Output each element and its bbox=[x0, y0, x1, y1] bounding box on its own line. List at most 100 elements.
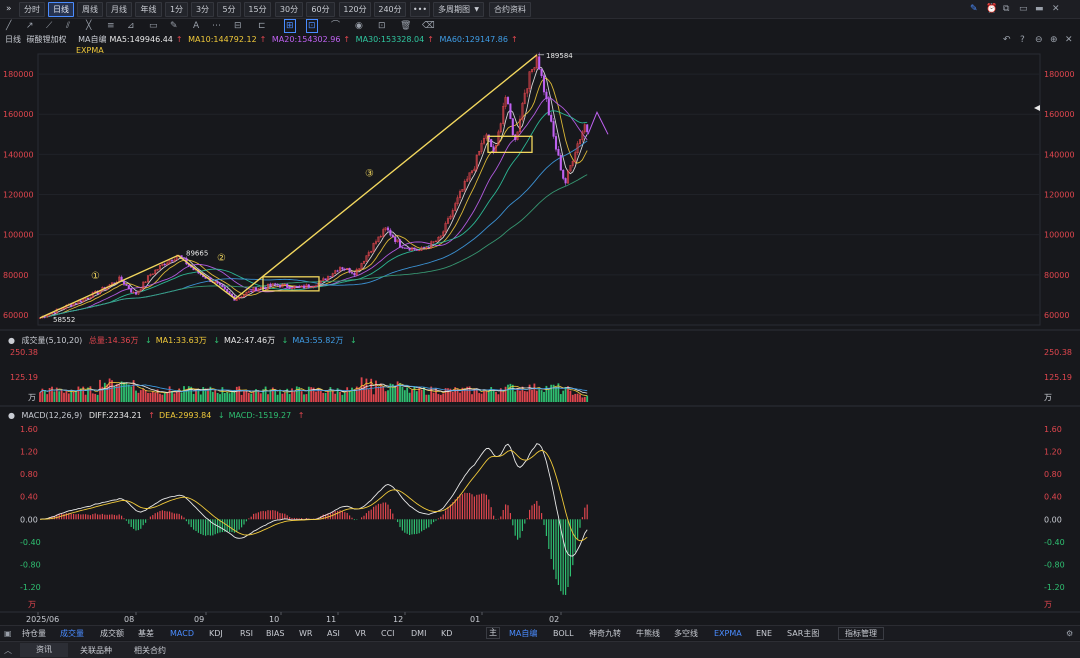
volume-bar bbox=[303, 394, 305, 402]
volume-bar bbox=[310, 387, 313, 402]
sub-indicator-tab-9[interactable]: ASI bbox=[327, 628, 340, 639]
annotations: ① ② ③ 189584 89665 58552 bbox=[39, 52, 573, 324]
volume-bar bbox=[228, 393, 231, 402]
candle-body bbox=[559, 154, 562, 171]
volume-bar bbox=[401, 386, 404, 402]
volume-bar bbox=[288, 393, 291, 402]
tab-related-varieties[interactable]: 关联品种 bbox=[80, 645, 112, 656]
candle-body bbox=[545, 91, 548, 100]
main-indicator-tab-5[interactable]: EXPMA bbox=[714, 628, 742, 639]
volume-bar bbox=[569, 390, 572, 402]
volume-bar bbox=[226, 391, 229, 402]
tabbar-icon[interactable]: ▣ bbox=[4, 628, 12, 639]
main-indicator-tab-0[interactable]: MA自编 bbox=[509, 628, 537, 639]
indicator-manage-button[interactable]: 指标管理 bbox=[838, 627, 884, 640]
macd-tick-label: 1.60 bbox=[1044, 425, 1062, 434]
macd-diff-line bbox=[39, 443, 588, 557]
candle-body bbox=[514, 134, 517, 140]
macd-tick-label: 0.80 bbox=[20, 470, 38, 479]
volume-bar bbox=[331, 389, 334, 402]
volume-bar bbox=[77, 386, 80, 402]
volume-bar bbox=[67, 393, 70, 402]
x-axis-label: 11 bbox=[326, 615, 336, 624]
sub-indicator-tab-10[interactable]: VR bbox=[355, 628, 366, 639]
price-tick-label: 140000 bbox=[1044, 150, 1075, 159]
volume-bar bbox=[485, 390, 488, 402]
chart-canvas[interactable]: 180000 180000 160000 160000 140000 140000 1200… bbox=[0, 0, 1080, 625]
main-indicator-tab-2[interactable]: 神奇九转 bbox=[589, 628, 621, 639]
volume-bar bbox=[339, 391, 341, 402]
sub-indicator-tab-4[interactable]: MACD bbox=[170, 628, 194, 639]
price-tick-label: 140000 bbox=[3, 150, 34, 159]
volume-bar bbox=[415, 391, 418, 402]
sub-indicator-tab-11[interactable]: CCI bbox=[381, 628, 395, 639]
sub-indicator-tab-12[interactable]: DMI bbox=[411, 628, 426, 639]
volume-bar bbox=[39, 392, 41, 402]
volume-bar bbox=[214, 390, 217, 402]
macd-tick-label: 1.60 bbox=[20, 425, 38, 434]
sub-indicator-tab-2[interactable]: 成交额 bbox=[100, 628, 124, 639]
sub-indicator-tab-13[interactable]: KD bbox=[441, 628, 452, 639]
volume-bar bbox=[70, 390, 73, 402]
collapse-up-icon[interactable]: ︿ bbox=[4, 645, 12, 656]
candle-body bbox=[562, 169, 565, 179]
main-indicator-tab-4[interactable]: 多空线 bbox=[674, 628, 698, 639]
sub-indicator-tab-7[interactable]: BIAS bbox=[266, 628, 284, 639]
volume-bar bbox=[245, 390, 248, 402]
candle-body bbox=[134, 291, 138, 295]
candle-body bbox=[250, 290, 253, 293]
candle-body bbox=[509, 103, 512, 119]
candle-body bbox=[348, 267, 351, 273]
main-indicator-tab-3[interactable]: 牛熊线 bbox=[636, 628, 660, 639]
candle-body bbox=[79, 300, 82, 303]
tab-news[interactable]: 资讯 bbox=[20, 643, 68, 657]
volume-bar bbox=[574, 393, 577, 402]
volume-bar bbox=[559, 394, 562, 402]
candle-body bbox=[74, 303, 78, 305]
volume-bar bbox=[166, 392, 169, 402]
volume-bar bbox=[243, 391, 245, 402]
price-tick-label: 160000 bbox=[1044, 110, 1075, 119]
x-axis-label: 10 bbox=[269, 615, 279, 624]
sub-indicator-tab-6[interactable]: RSI bbox=[240, 628, 253, 639]
volume-bar bbox=[471, 394, 473, 402]
wave-label-2: ② bbox=[217, 253, 226, 264]
volume-bar bbox=[211, 391, 214, 402]
volume-bar bbox=[173, 393, 176, 402]
volume-bar bbox=[103, 382, 106, 402]
volume-bar bbox=[257, 390, 260, 402]
volume-bar bbox=[327, 391, 329, 402]
main-indicator-tab-6[interactable]: ENE bbox=[756, 628, 772, 639]
price-tick-label: 80000 bbox=[1044, 271, 1069, 280]
volume-bar bbox=[147, 392, 149, 402]
main-indicator-toggle[interactable]: 主 bbox=[486, 627, 500, 639]
volume-bar bbox=[142, 388, 145, 402]
sub-indicator-tab-1[interactable]: 成交量 bbox=[60, 628, 84, 639]
volume-bar bbox=[305, 394, 308, 402]
wave-label-3: ③ bbox=[365, 168, 374, 179]
volume-bar bbox=[123, 382, 125, 402]
volume-bar bbox=[547, 389, 550, 402]
info-statusbar: ︿ 资讯 关联品种 相关合约 bbox=[0, 641, 1080, 658]
sub-indicator-tab-0[interactable]: 持仓量 bbox=[22, 628, 46, 639]
candle-body bbox=[307, 284, 310, 288]
volume-bar bbox=[175, 390, 178, 402]
volume-bar bbox=[58, 391, 61, 402]
main-indicator-tab-1[interactable]: BOLL bbox=[553, 628, 574, 639]
macd-tick-label: 0.40 bbox=[20, 493, 38, 502]
candle-body bbox=[394, 237, 397, 242]
volume-bar bbox=[425, 394, 428, 402]
candle-body bbox=[276, 284, 279, 286]
volume-tick-label: 125.19 bbox=[1044, 373, 1072, 382]
settings-icon[interactable]: ⚙ bbox=[1066, 628, 1073, 639]
sub-indicator-tab-5[interactable]: KDJ bbox=[209, 628, 223, 639]
candle-body bbox=[130, 288, 133, 293]
main-indicator-tab-7[interactable]: SAR主图 bbox=[787, 628, 819, 639]
candle-body bbox=[422, 247, 426, 249]
volume-bar bbox=[274, 389, 277, 402]
sub-indicator-tab-3[interactable]: 基差 bbox=[138, 628, 154, 639]
sub-indicator-tab-8[interactable]: WR bbox=[299, 628, 312, 639]
volume-bar bbox=[478, 393, 481, 402]
volume-bar bbox=[106, 384, 109, 402]
tab-related-contracts[interactable]: 相关合约 bbox=[134, 645, 166, 656]
